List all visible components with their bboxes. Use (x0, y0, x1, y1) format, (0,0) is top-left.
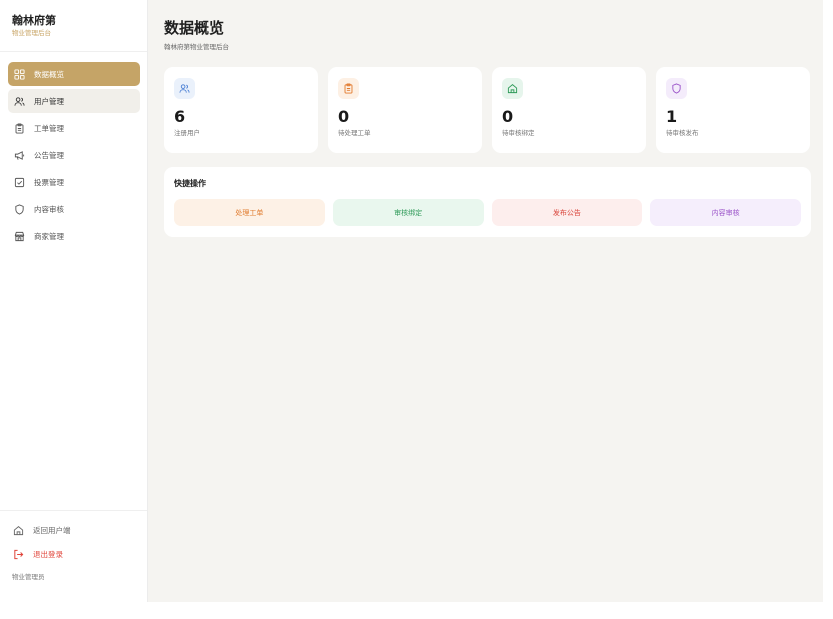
sidebar-item-label: 用户管理 (34, 96, 64, 106)
sidebar-item-label: 商家管理 (34, 231, 64, 241)
stat-label: 待审核发布 (666, 129, 699, 137)
stats-row: 6 注册用户 0 待处理工单 0 待审核绑定 1 待审核发布 (164, 67, 811, 153)
stat-label: 注册用户 (174, 129, 200, 137)
sidebar-nav: 数据概览 用户管理 工单管理 公告管理 投票管理 内容审核 商家管理 (0, 52, 147, 248)
logout-icon (12, 548, 24, 560)
stat-value: 1 (666, 107, 678, 126)
sidebar-item-label: 数据概览 (34, 69, 64, 79)
stat-label: 待审核绑定 (502, 129, 535, 137)
clipboard-icon (338, 78, 359, 99)
store-icon (13, 230, 25, 242)
main-content: 数据概览 翰林府第物业管理后台 6 注册用户 0 待处理工单 0 待审核绑定 1… (148, 0, 823, 602)
stat-card-pending-bindings: 0 待审核绑定 (492, 67, 646, 153)
stat-value: 6 (174, 107, 186, 126)
megaphone-icon (13, 149, 25, 161)
handle-workorder-button[interactable]: 处理工单 (174, 199, 325, 226)
sidebar-item-moderation[interactable]: 内容审核 (8, 197, 140, 221)
stat-card-pending-workorders: 0 待处理工单 (328, 67, 482, 153)
home-icon (12, 524, 24, 536)
quick-actions-title: 快捷操作 (174, 179, 206, 188)
quick-actions-row: 处理工单 审核绑定 发布公告 内容审核 (174, 199, 801, 226)
shield-icon (666, 78, 687, 99)
stat-card-pending-posts: 1 待审核发布 (656, 67, 810, 153)
quick-actions-panel: 快捷操作 处理工单 审核绑定 发布公告 内容审核 (164, 167, 811, 237)
sidebar-item-users[interactable]: 用户管理 (8, 89, 140, 113)
home-icon (502, 78, 523, 99)
shield-icon (13, 203, 25, 215)
sidebar-item-merchants[interactable]: 商家管理 (8, 224, 140, 248)
publish-announcement-button[interactable]: 发布公告 (491, 199, 643, 226)
brand-subtitle: 物业管理后台 (12, 29, 51, 37)
logout-label: 退出登录 (33, 549, 63, 559)
sidebar-item-label: 投票管理 (34, 177, 64, 187)
sidebar-item-label: 公告管理 (34, 150, 64, 160)
sidebar-item-dashboard[interactable]: 数据概览 (8, 62, 140, 86)
brand: 翰林府第 物业管理后台 (0, 0, 147, 52)
sidebar-item-label: 内容审核 (34, 204, 64, 214)
checkbox-icon (13, 176, 25, 188)
sidebar-item-label: 工单管理 (34, 123, 64, 133)
brand-name: 翰林府第 (12, 14, 56, 27)
users-icon (13, 95, 25, 107)
back-to-user-link[interactable]: 返回用户端 (12, 523, 147, 537)
sidebar-item-workorders[interactable]: 工单管理 (8, 116, 140, 140)
admin-app: 翰林府第 物业管理后台 数据概览 用户管理 工单管理 公告管理 投票管理 内容审… (0, 0, 833, 619)
clipboard-icon (13, 122, 25, 134)
page-subtitle: 翰林府第物业管理后台 (164, 43, 229, 51)
review-binding-button[interactable]: 审核绑定 (332, 199, 484, 226)
user-role: 物业管理员 (12, 573, 45, 581)
sidebar: 翰林府第 物业管理后台 数据概览 用户管理 工单管理 公告管理 投票管理 内容审… (0, 0, 148, 602)
sidebar-item-votes[interactable]: 投票管理 (8, 170, 140, 194)
page-title: 数据概览 (164, 19, 225, 37)
stat-label: 待处理工单 (338, 129, 371, 137)
logout-button[interactable]: 退出登录 (12, 547, 147, 561)
sidebar-item-announcements[interactable]: 公告管理 (8, 143, 140, 167)
sidebar-footer: 返回用户端 退出登录 物业管理员 (0, 510, 147, 602)
stat-value: 0 (338, 107, 350, 126)
content-review-button[interactable]: 内容审核 (650, 199, 801, 226)
back-to-user-label: 返回用户端 (33, 525, 71, 535)
grid-icon (13, 68, 25, 80)
users-icon (174, 78, 195, 99)
stat-value: 0 (502, 107, 514, 126)
stat-card-registered-users: 6 注册用户 (164, 67, 318, 153)
